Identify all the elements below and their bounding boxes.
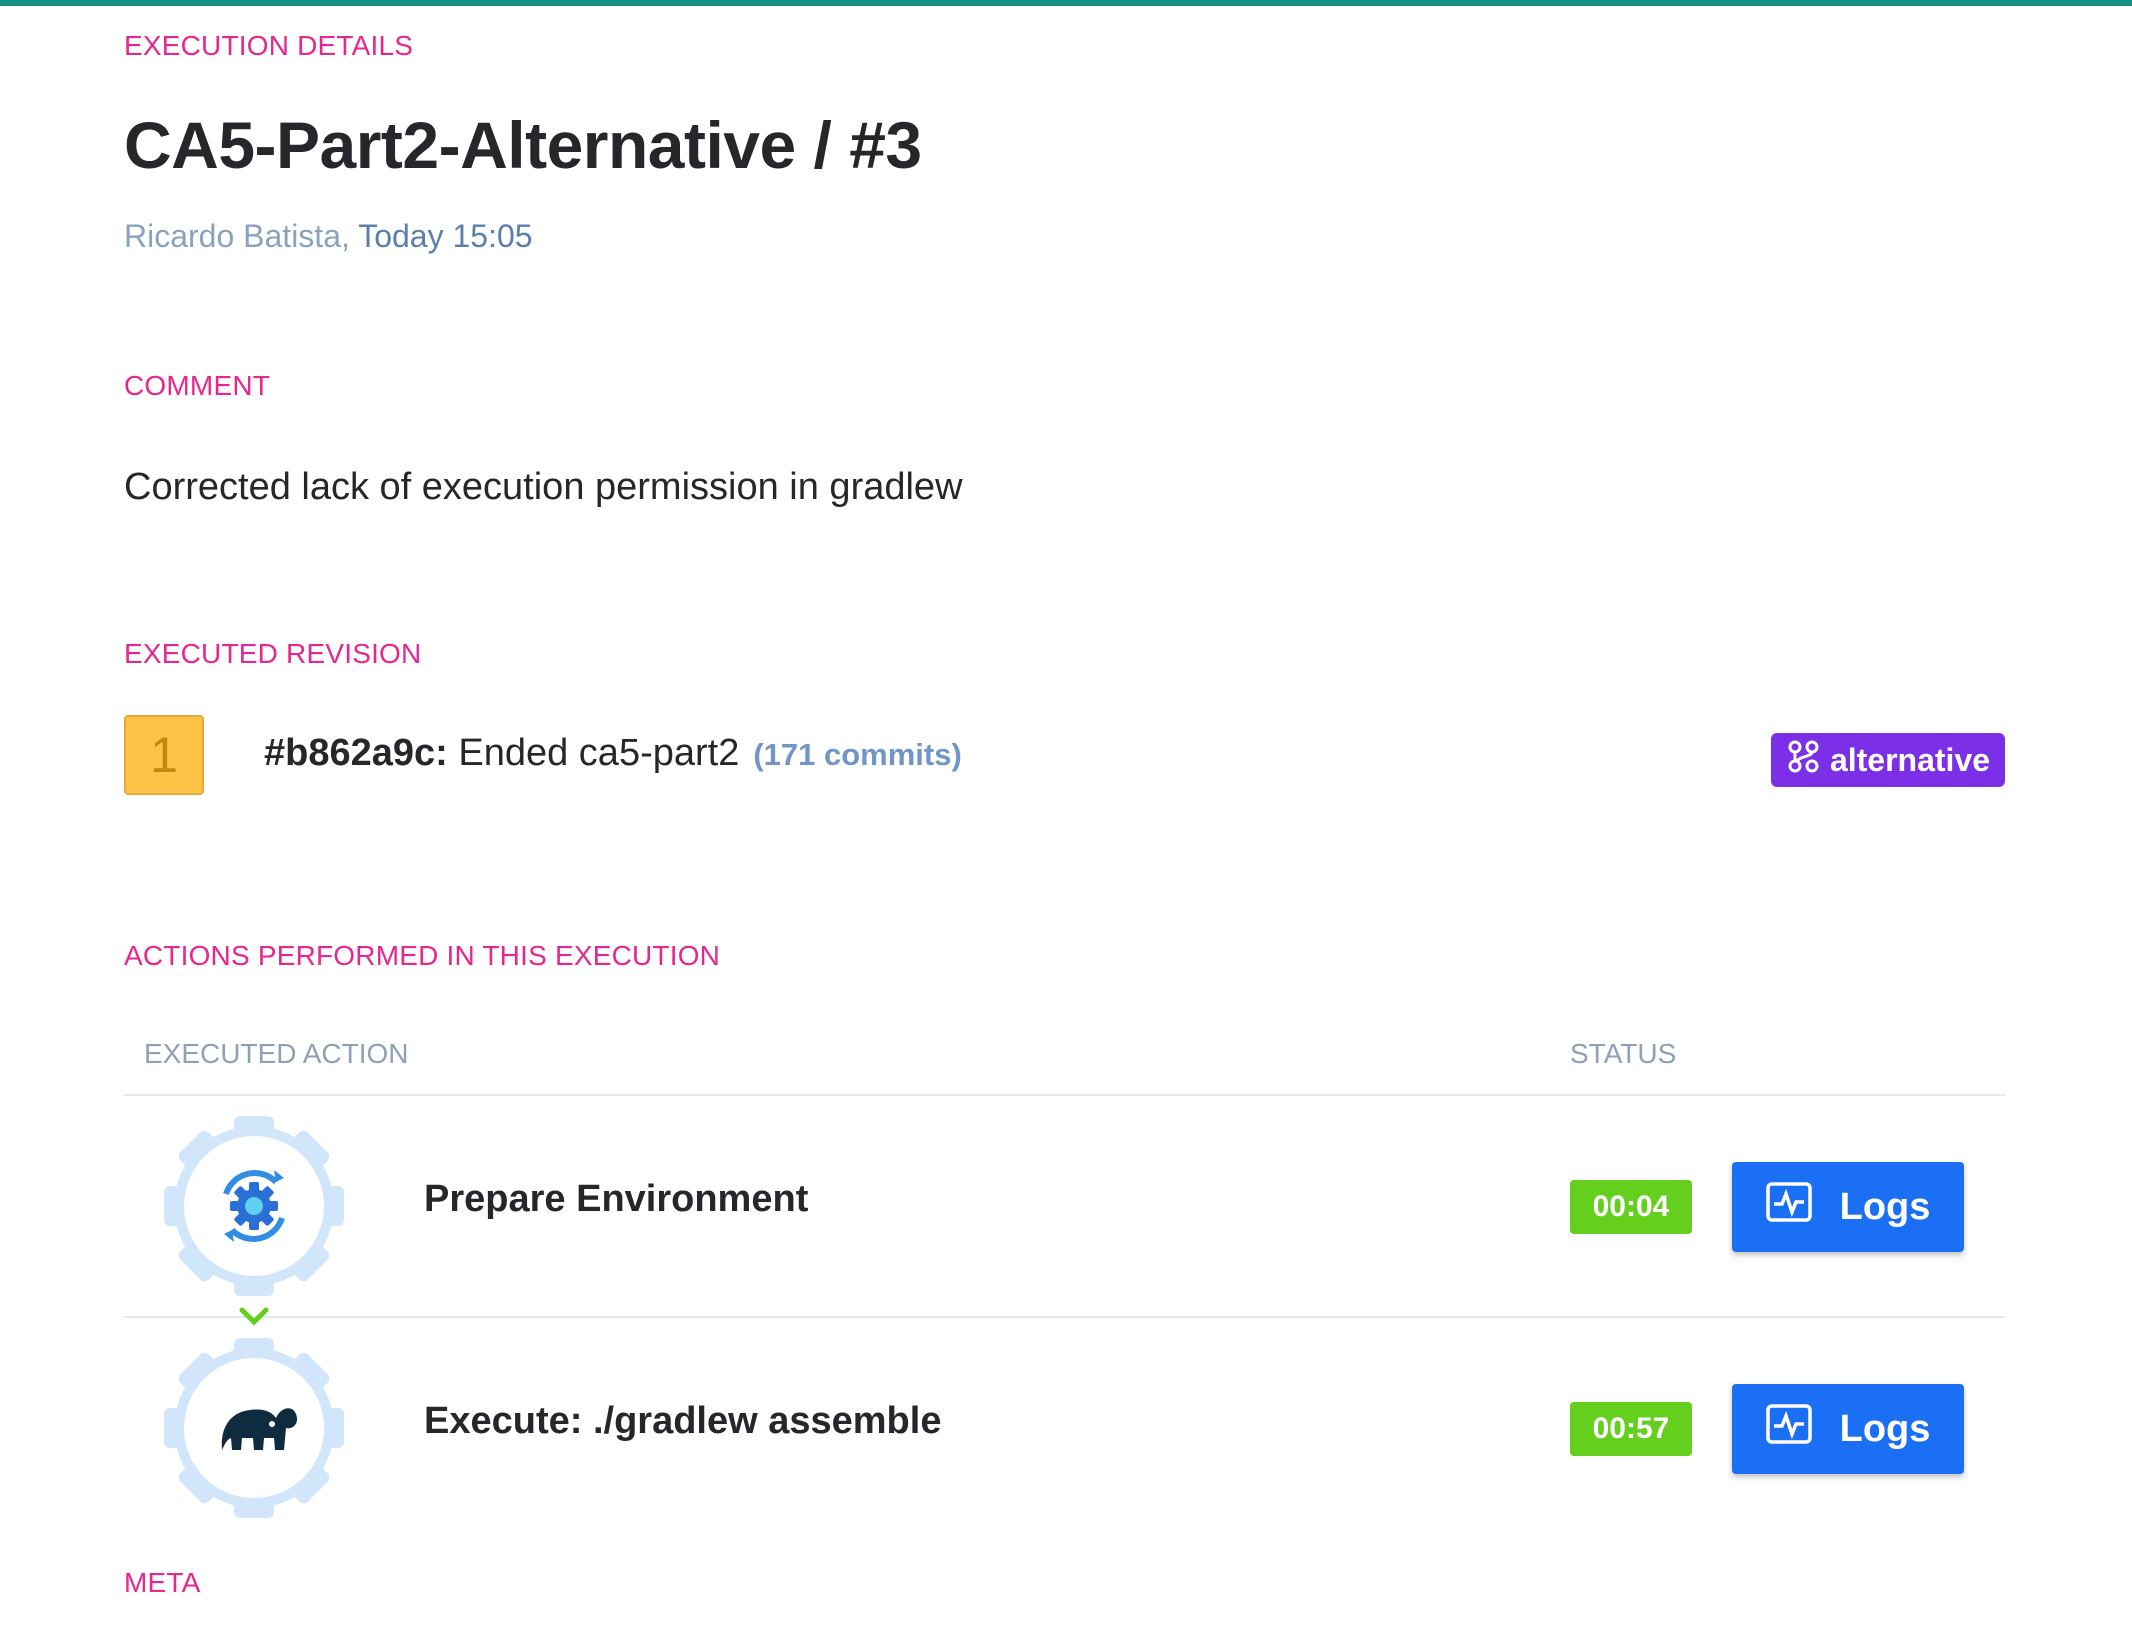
byline: Ricardo Batista, Today 15:05 xyxy=(124,218,533,255)
section-label-comment: COMMENT xyxy=(124,370,271,401)
author-name[interactable]: Ricardo Batista, xyxy=(124,218,350,254)
column-header-status: STATUS xyxy=(1570,1038,1677,1069)
actions-table-header: EXECUTED ACTION STATUS xyxy=(124,1030,2005,1096)
duration-badge: 00:04 xyxy=(1570,1180,1692,1234)
page-title: CA5-Part2-Alternative / #3 xyxy=(124,108,922,182)
logs-button-label: Logs xyxy=(1839,1407,1931,1450)
table-row: Prepare Environment 00:04 Logs xyxy=(124,1096,2005,1318)
revision-summary: #b862a9c: Ended ca5-part2 (171 commits) xyxy=(264,732,962,775)
branch-icon xyxy=(1786,739,1820,781)
logs-button[interactable]: Logs xyxy=(1732,1384,1964,1474)
section-label-actions: ACTIONS PERFORMED IN THIS EXECUTION xyxy=(124,940,721,971)
logs-button[interactable]: Logs xyxy=(1732,1162,1964,1252)
revision-number-badge: 1 xyxy=(124,715,204,795)
duration-badge: 00:57 xyxy=(1570,1402,1692,1456)
column-header-executed-action: EXECUTED ACTION xyxy=(144,1038,409,1069)
revision-message: Ended ca5-part2 xyxy=(447,732,740,774)
section-label-meta: META xyxy=(124,1567,201,1598)
gear-refresh-icon xyxy=(164,1116,344,1296)
gradle-elephant-icon xyxy=(164,1338,344,1518)
revision-hash[interactable]: #b862a9c: xyxy=(264,732,448,774)
execution-time: Today 15:05 xyxy=(349,218,533,254)
activity-log-icon xyxy=(1765,1182,1812,1232)
action-name: Prepare Environment xyxy=(424,1178,809,1220)
section-label-executed-revision: EXECUTED REVISION xyxy=(124,638,422,669)
comment-text: Corrected lack of execution permission i… xyxy=(124,466,963,508)
section-label-execution-details: EXECUTION DETAILS xyxy=(124,30,414,61)
execution-details-page: EXECUTION DETAILS CA5-Part2-Alternative … xyxy=(124,0,2005,1634)
activity-log-icon xyxy=(1765,1404,1812,1454)
branch-pill[interactable]: alternative xyxy=(1771,733,2005,787)
revision-commits-link[interactable]: (171 commits) xyxy=(753,737,961,772)
logs-button-label: Logs xyxy=(1839,1185,1931,1228)
action-name: Execute: ./gradlew assemble xyxy=(424,1400,942,1442)
branch-name: alternative xyxy=(1829,741,1991,778)
table-row: Execute: ./gradlew assemble 00:57 Logs xyxy=(124,1318,2005,1540)
